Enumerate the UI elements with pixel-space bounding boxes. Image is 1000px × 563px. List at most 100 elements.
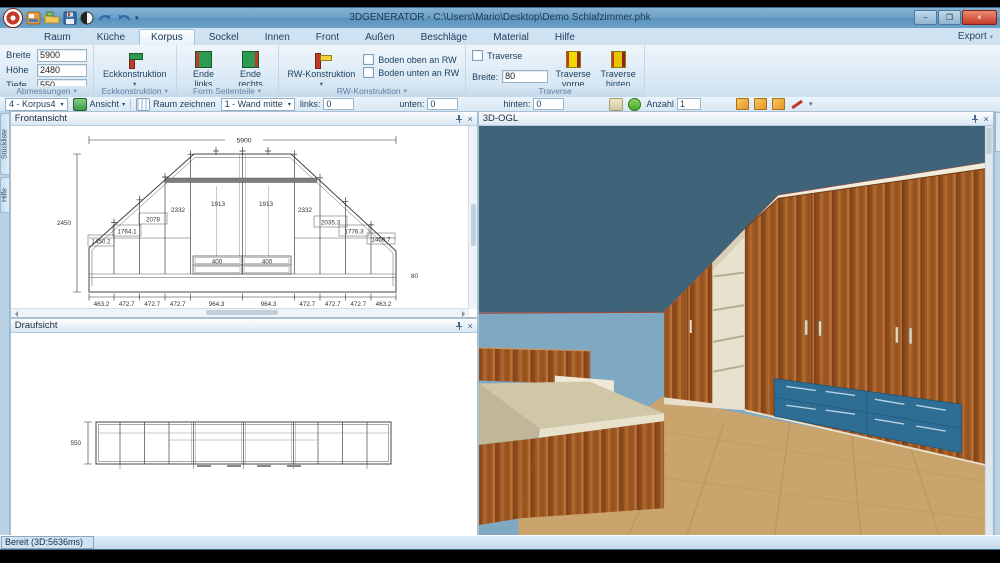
rw-konstruktion-button[interactable]: RW-Konstruktion▾ bbox=[285, 48, 359, 91]
dimension-label: 964.3 bbox=[260, 301, 276, 308]
hoehe-input[interactable]: 2480 bbox=[37, 64, 87, 77]
dock-tab-stueckliste[interactable]: Stückliste bbox=[0, 113, 9, 175]
tab-aussen[interactable]: Außen bbox=[353, 29, 406, 45]
tab-beschlaege[interactable]: Beschläge bbox=[409, 29, 480, 45]
cabinet-move-icon[interactable] bbox=[754, 98, 767, 110]
close-icon[interactable]: × bbox=[467, 322, 472, 330]
front-view-header[interactable]: Frontansicht × bbox=[11, 112, 477, 126]
chevron-down-icon[interactable]: ▾ bbox=[404, 86, 407, 97]
chevron-down-icon[interactable]: ▾ bbox=[258, 86, 261, 97]
traverse-checkbox[interactable] bbox=[472, 50, 483, 61]
dock-tab-hilfe[interactable]: Hilfe bbox=[0, 177, 9, 213]
toggle-icon[interactable] bbox=[80, 11, 94, 25]
rw-construction-icon bbox=[312, 52, 330, 68]
chevron-down-icon: ▾ bbox=[990, 33, 993, 41]
raum-zeichnen-button[interactable]: Raum zeichnen bbox=[136, 98, 216, 111]
scroll-left-icon[interactable] bbox=[12, 311, 18, 317]
dimension-label: 964.3 bbox=[208, 301, 224, 308]
tab-korpus[interactable]: Korpus bbox=[139, 29, 195, 45]
ribbon-tab-row: Raum Küche Korpus Sockel Innen Front Auß… bbox=[0, 28, 1000, 45]
close-icon[interactable]: × bbox=[467, 115, 472, 123]
tab-front[interactable]: Front bbox=[304, 29, 351, 45]
threed-scrollbar[interactable] bbox=[985, 126, 993, 535]
threed-header[interactable]: 3D-OGL × bbox=[479, 112, 993, 126]
minimize-button[interactable]: – bbox=[914, 10, 937, 25]
traverse-breite-label: Breite: bbox=[472, 72, 498, 82]
threed-content[interactable] bbox=[479, 126, 993, 535]
apply-icon[interactable] bbox=[628, 98, 641, 111]
hinten-input[interactable]: 0 bbox=[533, 98, 564, 110]
status-text: Bereit (3D:5636ms) bbox=[1, 536, 94, 549]
front-horizontal-scrollbar[interactable] bbox=[11, 308, 469, 317]
end-left-icon bbox=[195, 51, 212, 68]
toolbar-overflow-icon[interactable]: ▾ bbox=[809, 100, 813, 108]
left-dock-strip: Stückliste Hilfe bbox=[0, 111, 10, 536]
clipboard-icon[interactable] bbox=[609, 98, 623, 111]
tab-hilfe[interactable]: Hilfe bbox=[543, 29, 587, 45]
chevron-down-icon[interactable]: ▾ bbox=[74, 86, 77, 97]
cabinet-delete-icon[interactable] bbox=[772, 98, 785, 110]
traverse-front-icon bbox=[566, 51, 581, 68]
dropdown-caret-icon: ▾ bbox=[288, 101, 291, 108]
top-view-header[interactable]: Draufsicht × bbox=[11, 319, 477, 333]
window-title: 3DGENERATOR - C:\Users\Mario\Desktop\Dem… bbox=[0, 12, 1000, 23]
redo-icon[interactable] bbox=[97, 11, 113, 25]
new-project-icon[interactable] bbox=[26, 11, 41, 25]
boden-unten-checkbox[interactable] bbox=[363, 67, 374, 78]
tab-kueche[interactable]: Küche bbox=[85, 29, 137, 45]
shelf-beam bbox=[165, 178, 317, 183]
dimension-label: 472.7 bbox=[119, 301, 135, 308]
door-handle bbox=[689, 320, 691, 333]
tab-sockel[interactable]: Sockel bbox=[197, 29, 251, 45]
dropdown-caret-icon: ▾ bbox=[122, 101, 125, 108]
unten-input[interactable]: 0 bbox=[427, 98, 458, 110]
chevron-down-icon[interactable]: ▾ bbox=[165, 86, 168, 97]
top-view-drawing: 550 bbox=[11, 333, 477, 538]
group-traverse: Traverse Breite:80 Traverse vorne▾ Trave… bbox=[466, 45, 645, 97]
group-label-abmessungen: Abmessungen▾ bbox=[0, 86, 93, 97]
boden-oben-checkbox[interactable] bbox=[363, 54, 374, 65]
tab-raum[interactable]: Raum bbox=[32, 29, 83, 45]
dimension-label: 2332 bbox=[171, 207, 186, 214]
wand-select[interactable]: 1 - Wand mitte▾ bbox=[221, 98, 295, 111]
export-button[interactable]: Export▾ bbox=[958, 31, 993, 42]
qat-dropdown-icon[interactable]: ▾ bbox=[135, 14, 139, 22]
dimension-label: 1913 bbox=[211, 201, 226, 208]
scroll-right-icon[interactable] bbox=[462, 311, 468, 317]
pin-icon[interactable] bbox=[455, 322, 463, 330]
undo-icon[interactable] bbox=[116, 11, 132, 25]
pin-icon[interactable] bbox=[971, 115, 979, 123]
tab-innen[interactable]: Innen bbox=[253, 29, 302, 45]
dimension-label: 2035.3 bbox=[321, 220, 341, 227]
front-vertical-scrollbar[interactable] bbox=[468, 126, 477, 309]
pin-icon[interactable] bbox=[455, 115, 463, 123]
cabinet-copy-icon[interactable] bbox=[736, 98, 749, 110]
eckkonstruktion-button[interactable]: Eckkonstruktion▾ bbox=[100, 48, 170, 91]
dimension-label: 472.7 bbox=[350, 301, 366, 308]
breite-input[interactable]: 5900 bbox=[37, 49, 87, 62]
save-icon[interactable] bbox=[63, 11, 77, 25]
threed-title: 3D-OGL bbox=[483, 113, 518, 124]
top-view-panel: Draufsicht × bbox=[10, 318, 478, 539]
status-bar: Bereit (3D:5636ms) bbox=[0, 535, 1000, 549]
maximize-button[interactable]: ❐ bbox=[938, 10, 961, 25]
dimension-label: 1764.1 bbox=[117, 229, 137, 236]
tab-material[interactable]: Material bbox=[481, 29, 541, 45]
close-button[interactable]: × bbox=[962, 10, 997, 25]
links-input[interactable]: 0 bbox=[323, 98, 354, 110]
ansicht-button[interactable]: Ansicht▾ bbox=[73, 98, 126, 111]
corner-construction-icon bbox=[126, 52, 143, 68]
traverse-breite-input[interactable]: 80 bbox=[502, 70, 548, 83]
app-logo-icon[interactable] bbox=[3, 8, 23, 28]
right-dock-tab[interactable] bbox=[995, 112, 1000, 152]
dimension-label: 472.7 bbox=[299, 301, 315, 308]
anzahl-input[interactable]: 1 bbox=[677, 98, 701, 110]
close-icon[interactable]: × bbox=[983, 115, 988, 123]
dimension-label: 1913 bbox=[259, 201, 274, 208]
traverse-check-label: Traverse bbox=[487, 51, 522, 61]
edit-pencil-icon[interactable] bbox=[790, 99, 802, 110]
korpus-select[interactable]: 4 - Korpus4▾ bbox=[5, 98, 68, 111]
group-label-eckkonstruktion: Eckkonstruktion▾ bbox=[94, 86, 176, 97]
scroll-thumb[interactable] bbox=[206, 310, 278, 315]
open-folder-icon[interactable] bbox=[44, 11, 60, 25]
